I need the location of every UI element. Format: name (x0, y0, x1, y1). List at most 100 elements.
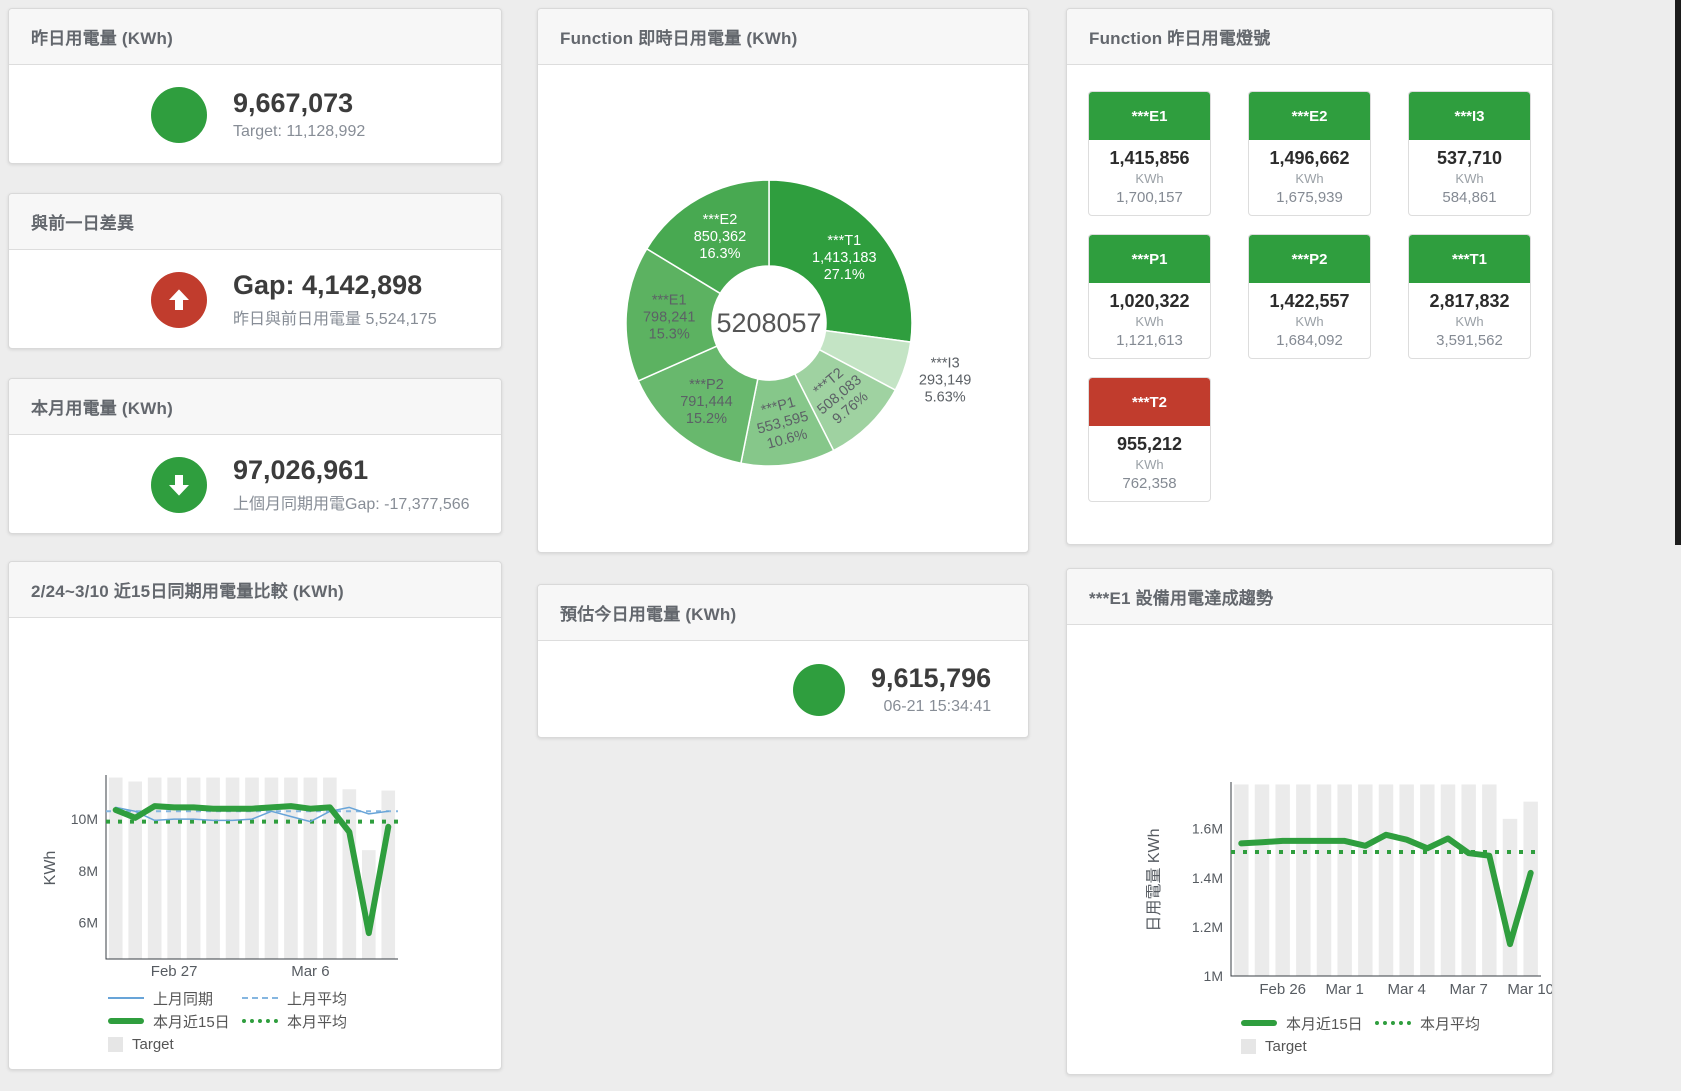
y-tick-label: 6M (79, 915, 98, 931)
light-tile-value: 1,496,662 (1249, 148, 1370, 169)
x-tick-label: Mar 6 (291, 963, 329, 980)
target-bar[interactable] (206, 778, 220, 959)
stat-value: 97,026,961 (233, 455, 470, 486)
light-tile[interactable]: ***T2 955,212 KWh 762,358 (1088, 377, 1211, 502)
target-bar[interactable] (1441, 784, 1455, 976)
target-bar[interactable] (1317, 784, 1331, 976)
x-tick-label: Mar 10 (1507, 981, 1552, 998)
card-month-usage: 本月用電量 (KWh) 97,026,961 上個月同期用電Gap: -17,3… (8, 378, 502, 534)
light-tile-target: 762,358 (1089, 475, 1210, 492)
y-tick-label: 1.4M (1192, 870, 1223, 886)
status-circle (151, 457, 207, 513)
panel-title: ***E1 設備用電達成趨勢 (1089, 584, 1273, 609)
target-bar[interactable] (109, 778, 123, 959)
stat-value: 9,667,073 (233, 88, 365, 119)
light-tile-value: 955,212 (1089, 434, 1210, 455)
y-axis-title: 日用電量 KWh (1146, 828, 1163, 931)
legend-item[interactable]: 本月近15日 (108, 1011, 242, 1032)
stat-subtext: 06-21 15:34:41 (871, 698, 991, 716)
light-tiles-grid: ***E1 1,415,856 KWh 1,700,157 ***E2 1,49… (1067, 65, 1552, 502)
legend-row: Target (108, 1034, 376, 1054)
target-bar[interactable] (1420, 784, 1434, 976)
light-tile-value: 537,710 (1409, 148, 1530, 169)
panel-header[interactable]: 與前一日差異 (9, 194, 501, 250)
light-tile-header: ***I3 (1409, 92, 1530, 140)
target-bar[interactable] (128, 781, 142, 959)
light-tile[interactable]: ***P1 1,020,322 KWh 1,121,613 (1088, 234, 1211, 359)
legend-item[interactable]: 本月近15日 (1241, 1013, 1375, 1034)
target-bar[interactable] (304, 778, 318, 959)
target-bar[interactable] (1503, 819, 1517, 976)
target-bar[interactable] (1234, 784, 1248, 976)
y-tick-label: 1.2M (1192, 919, 1223, 935)
legend-label: 本月近15日 (153, 1011, 230, 1032)
legend-item[interactable]: 本月平均 (242, 1011, 376, 1032)
legend-label: 本月平均 (1420, 1013, 1480, 1034)
target-bar[interactable] (1379, 784, 1393, 976)
target-bar[interactable] (1255, 784, 1269, 976)
target-bar[interactable] (1399, 784, 1413, 976)
panel-header[interactable]: 預估今日用電量 (KWh) (538, 585, 1028, 641)
light-tile-unit: KWh (1089, 171, 1210, 186)
card-compare-chart: 2/24~3/10 近15日同期用電量比較 (KWh) 6M8M10MFeb 2… (8, 561, 502, 1070)
light-tile-value: 1,422,557 (1249, 291, 1370, 312)
x-tick-label: Mar 1 (1325, 981, 1363, 998)
light-tile-target: 1,700,157 (1089, 189, 1210, 206)
target-bar[interactable] (245, 778, 259, 959)
light-tile-unit: KWh (1089, 314, 1210, 329)
status-circle (151, 87, 207, 143)
light-tile-header: ***T2 (1089, 378, 1210, 426)
light-tile[interactable]: ***E2 1,496,662 KWh 1,675,939 (1248, 91, 1371, 216)
gray-box-icon (1241, 1039, 1256, 1054)
light-tile-target: 584,861 (1409, 189, 1530, 206)
target-bar[interactable] (1337, 784, 1351, 976)
trend-chart: 1M1.2M1.4M1.6MFeb 26Mar 1Mar 4Mar 7Mar 1… (1067, 625, 1552, 1075)
y-tick-label: 8M (79, 863, 98, 879)
legend-row: Target (1241, 1036, 1509, 1056)
panel-header[interactable]: 本月用電量 (KWh) (9, 379, 501, 435)
light-tile-unit: KWh (1089, 457, 1210, 472)
target-bar[interactable] (381, 791, 395, 959)
panel-title: 2/24~3/10 近15日同期用電量比較 (KWh) (31, 577, 344, 602)
light-tile[interactable]: ***E1 1,415,856 KWh 1,700,157 (1088, 91, 1211, 216)
panel-header[interactable]: 2/24~3/10 近15日同期用電量比較 (KWh) (9, 562, 501, 618)
y-tick-label: 1.6M (1192, 821, 1223, 837)
legend-row: 本月近15日本月平均 (108, 1011, 376, 1031)
light-tile[interactable]: ***T1 2,817,832 KWh 3,591,562 (1408, 234, 1531, 359)
x-tick-label: Mar 4 (1387, 981, 1425, 998)
light-tile-target: 1,121,613 (1089, 332, 1210, 349)
scrollbar-track[interactable] (1675, 0, 1681, 1091)
light-tile[interactable]: ***I3 537,710 KWh 584,861 (1408, 91, 1531, 216)
donut-chart: ***T11,413,18327.1%***I3293,1495.63%***T… (538, 65, 1028, 553)
light-tile[interactable]: ***P2 1,422,557 KWh 1,684,092 (1248, 234, 1371, 359)
legend-label: 上月平均 (287, 988, 347, 1009)
green-dot-icon (242, 1019, 278, 1023)
donut-center-total: 5208057 (716, 308, 821, 338)
legend-item[interactable]: Target (1241, 1038, 1375, 1055)
light-tile-unit: KWh (1249, 314, 1370, 329)
target-bar[interactable] (1461, 784, 1475, 976)
light-tile-header: ***E1 (1089, 92, 1210, 140)
card-e1-trend-chart: ***E1 設備用電達成趨勢 1M1.2M1.4M1.6MFeb 26Mar 1… (1066, 568, 1553, 1075)
panel-header[interactable]: ***E1 設備用電達成趨勢 (1067, 569, 1552, 625)
legend-item[interactable]: Target (108, 1036, 242, 1053)
panel-header[interactable]: 昨日用電量 (KWh) (9, 9, 501, 65)
card-function-donut: Function 即時日用電量 (KWh) ***T11,413,18327.1… (537, 8, 1029, 553)
legend-item[interactable]: 本月平均 (1375, 1013, 1509, 1034)
panel-header[interactable]: Function 即時日用電量 (KWh) (538, 9, 1028, 65)
stat-subtext: Target: 11,128,992 (233, 123, 365, 141)
target-bar[interactable] (1296, 784, 1310, 976)
legend-item[interactable]: 上月平均 (242, 988, 376, 1009)
target-bar[interactable] (226, 778, 240, 959)
target-bar[interactable] (1358, 784, 1372, 976)
light-tile-value: 1,415,856 (1089, 148, 1210, 169)
target-bar[interactable] (343, 789, 357, 959)
legend-item[interactable]: 上月同期 (108, 988, 242, 1009)
panel-header[interactable]: Function 昨日用電燈號 (1067, 9, 1552, 65)
scrollbar-thumb[interactable] (1675, 0, 1681, 545)
y-axis-title: KWh (42, 851, 59, 886)
light-tile-target: 1,675,939 (1249, 189, 1370, 206)
trend-chart-legend: 本月近15日 本月平均 Target (1241, 1013, 1509, 1056)
blue-line-icon (108, 997, 144, 999)
target-bar[interactable] (1275, 784, 1289, 976)
